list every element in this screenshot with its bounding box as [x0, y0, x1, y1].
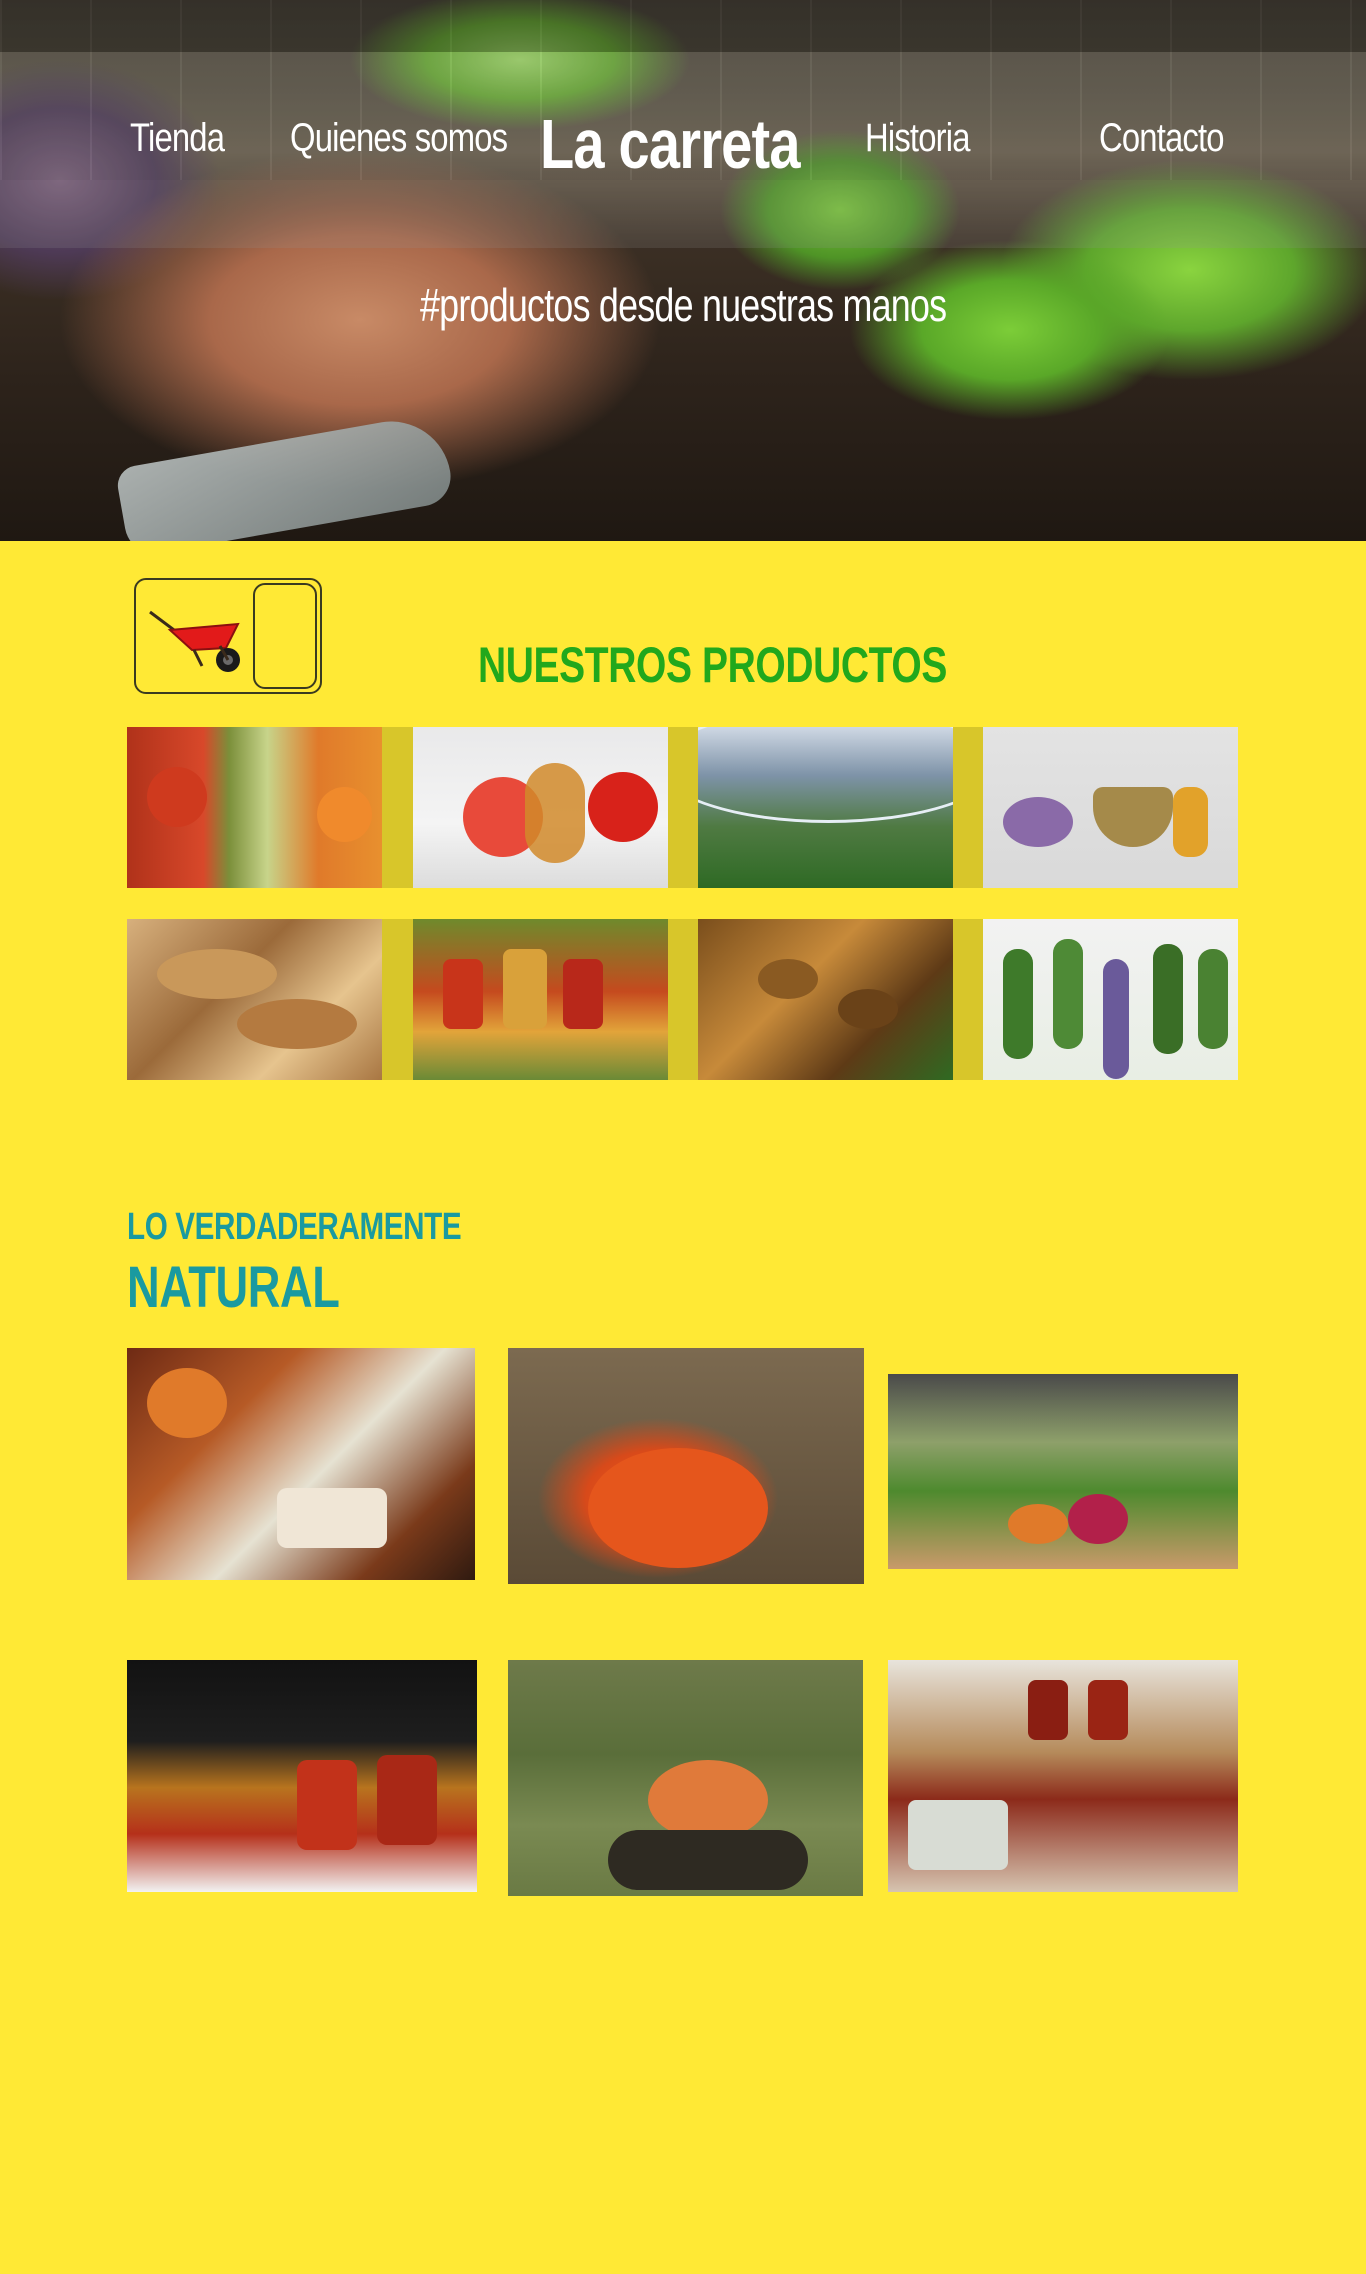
- main-nav: Tienda Quienes somos La carreta Historia…: [0, 104, 1366, 184]
- product-tile-apple-cider[interactable]: [413, 727, 668, 888]
- logo-inner-frame: [253, 583, 317, 689]
- product-tile-hanging-herbs[interactable]: [983, 919, 1238, 1080]
- photo-vegetable-stall[interactable]: [888, 1374, 1238, 1569]
- trowel-graphic: [114, 412, 456, 541]
- nav-tienda[interactable]: Tienda: [130, 116, 225, 161]
- product-tile-bread[interactable]: [127, 919, 382, 1080]
- natural-subtitle: LO VERDADERAMENTE: [127, 1206, 462, 1248]
- hero-top-strip: [0, 0, 1366, 52]
- site-brand[interactable]: La carreta: [540, 104, 801, 184]
- product-tile-beehive[interactable]: [698, 919, 953, 1080]
- photo-preserves[interactable]: [127, 1660, 477, 1892]
- hero-banner: Tienda Quienes somos La carreta Historia…: [0, 0, 1366, 541]
- natural-title: NATURAL: [127, 1255, 340, 1320]
- wheelbarrow-icon: [149, 610, 240, 672]
- nav-contacto[interactable]: Contacto: [1099, 116, 1225, 161]
- product-tile-greenhouse[interactable]: [698, 727, 953, 888]
- nav-historia[interactable]: Historia: [865, 116, 970, 161]
- photo-pumpkin-field[interactable]: [508, 1348, 864, 1584]
- products-title: NUESTROS PRODUCTOS: [478, 637, 947, 693]
- nav-quienes-somos[interactable]: Quienes somos: [290, 116, 508, 161]
- product-tile-herbs-mortar[interactable]: [983, 727, 1238, 888]
- product-tile-preserves[interactable]: [413, 919, 668, 1080]
- photo-pumpkin-pile[interactable]: [508, 1660, 863, 1896]
- hero-tagline: #productos desde nuestras manos: [420, 279, 947, 331]
- photo-jam-table[interactable]: [888, 1660, 1238, 1892]
- product-tile-vegetables[interactable]: [127, 727, 382, 888]
- brand-logo[interactable]: [134, 578, 322, 694]
- photo-market-table[interactable]: [127, 1348, 475, 1580]
